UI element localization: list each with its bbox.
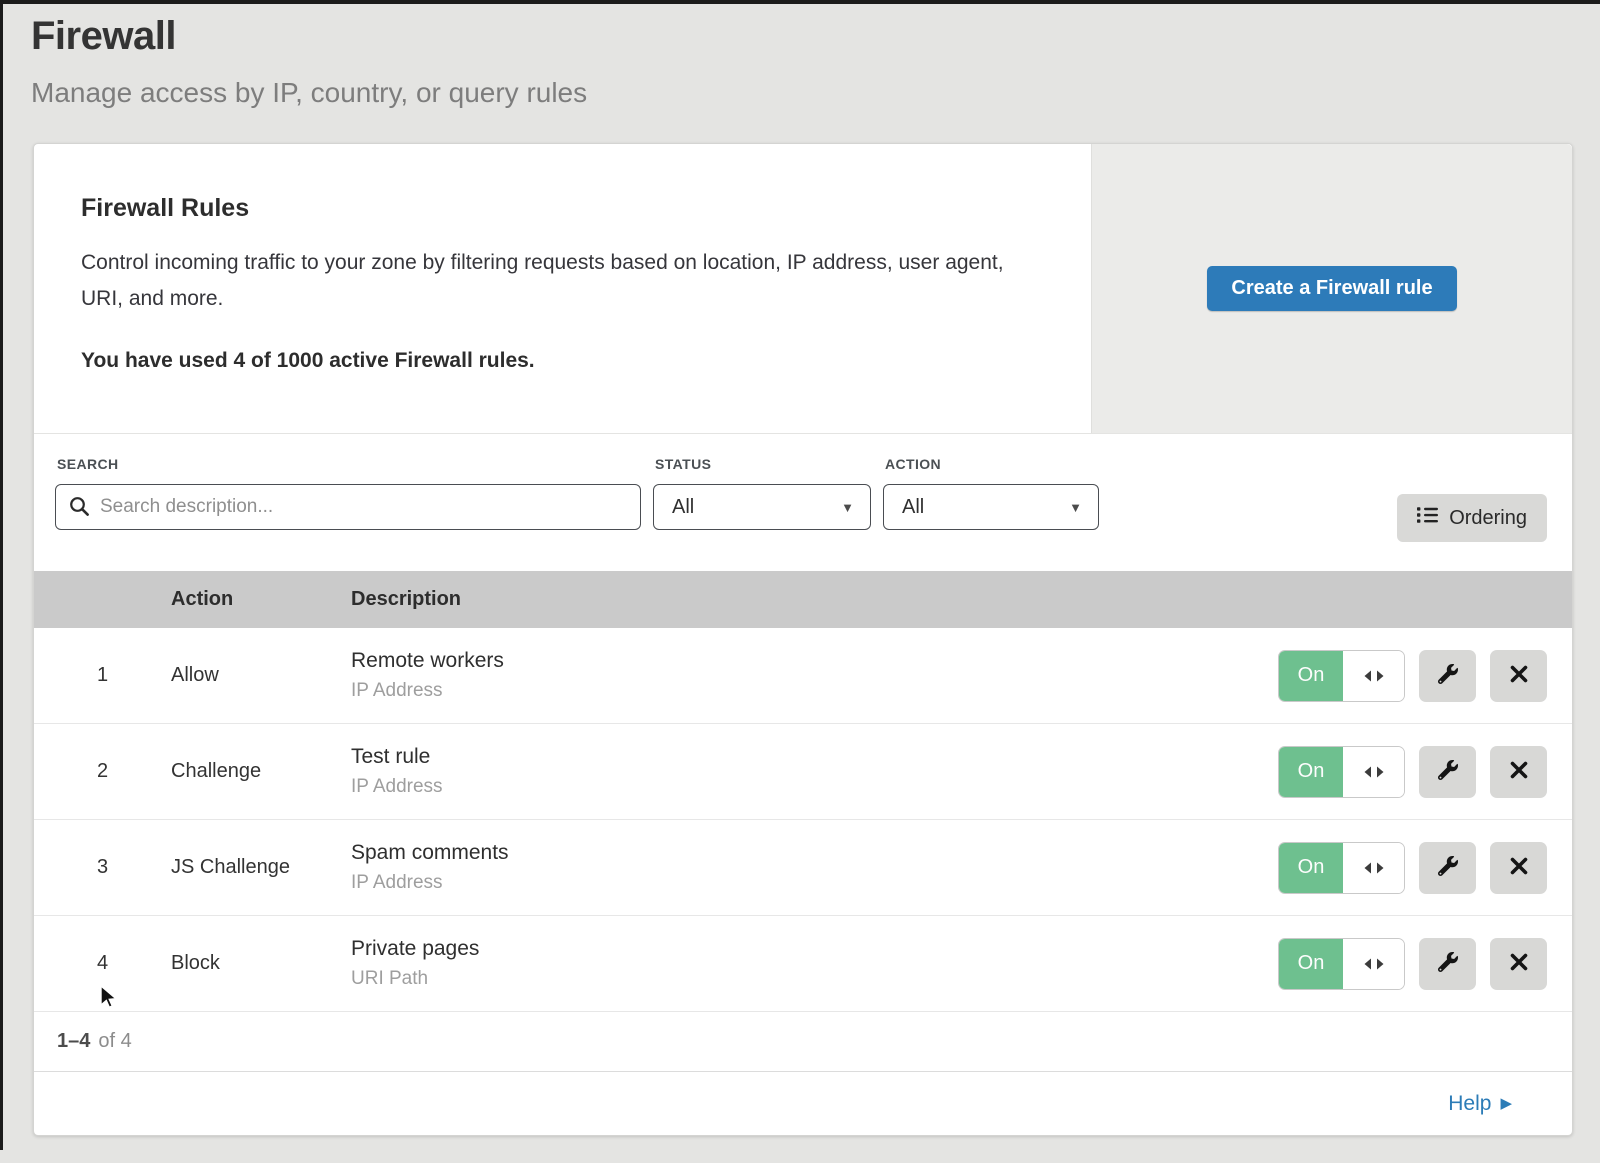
section-description: Control incoming traffic to your zone by… [81,245,1041,317]
window-top-edge [0,0,1600,4]
section-heading: Firewall Rules [81,194,1061,223]
pagination-total: of 4 [98,1030,131,1053]
rule-description: Remote workers [351,649,1278,673]
filters-bar: SEARCH STATUS All ▼ [34,433,1572,571]
edit-rule-button[interactable] [1419,746,1476,798]
ordering-button[interactable]: Ordering [1397,494,1547,542]
rule-description-cell: Test rule IP Address [351,745,1278,798]
rule-action: Allow [171,664,351,687]
edit-rule-button[interactable] [1419,650,1476,702]
toggle-drag-handle-icon[interactable] [1343,651,1404,701]
close-icon [1510,761,1528,782]
create-rule-panel: Create a Firewall rule [1091,144,1572,433]
description-column-header: Description [351,588,461,611]
overview-text: Firewall Rules Control incoming traffic … [34,144,1091,433]
window-left-edge [0,0,3,1150]
status-label: STATUS [655,456,871,472]
ordering-button-label: Ordering [1449,507,1527,530]
wrench-icon [1438,760,1458,783]
help-link[interactable]: Help ▶ [1448,1092,1512,1116]
status-filter: STATUS All ▼ [653,456,871,530]
toggle-drag-handle-icon[interactable] [1343,939,1404,989]
card-footer: Help ▶ [34,1072,1572,1135]
toggle-on-label: On [1279,939,1343,989]
edit-rule-button[interactable] [1419,938,1476,990]
toggle-on-label: On [1279,747,1343,797]
page-subtitle: Manage access by IP, country, or query r… [31,74,1600,112]
rule-description-cell: Private pages URI Path [351,937,1278,990]
page-header: Firewall Manage access by IP, country, o… [0,0,1600,112]
overview-section: Firewall Rules Control incoming traffic … [34,144,1572,433]
rule-controls: On [1278,746,1572,798]
delete-rule-button[interactable] [1490,938,1547,990]
action-label: ACTION [885,456,1099,472]
action-column-header: Action [171,588,351,611]
usage-summary: You have used 4 of 1000 active Firewall … [81,349,1061,373]
create-firewall-rule-button[interactable]: Create a Firewall rule [1207,266,1456,311]
pagination: 1–4 of 4 [34,1012,1572,1072]
wrench-icon [1438,664,1458,687]
rule-description-cell: Spam comments IP Address [351,841,1278,894]
rule-controls: On [1278,650,1572,702]
rule-enabled-toggle[interactable]: On [1278,746,1405,798]
search-icon [69,496,90,522]
firewall-rules-card: Firewall Rules Control incoming traffic … [33,143,1573,1136]
close-icon [1510,857,1528,878]
rule-priority: 3 [34,856,171,879]
rule-priority: 4 [34,952,171,975]
table-row: 2 Challenge Test rule IP Address On [34,724,1572,820]
delete-rule-button[interactable] [1490,650,1547,702]
page-title: Firewall [31,12,1600,60]
search-filter: SEARCH [55,456,641,530]
rule-description: Test rule [351,745,1278,769]
search-input[interactable] [55,484,641,530]
rule-priority: 2 [34,760,171,783]
arrow-right-icon: ▶ [1500,1096,1512,1111]
rule-enabled-toggle[interactable]: On [1278,650,1405,702]
rule-priority: 1 [34,664,171,687]
table-row: 4 Block Private pages URI Path On [34,916,1572,1012]
delete-rule-button[interactable] [1490,842,1547,894]
rule-match-field: IP Address [351,680,1278,702]
ordered-list-icon [1417,505,1438,531]
toggle-drag-handle-icon[interactable] [1343,843,1404,893]
table-header: Action Description [34,571,1572,628]
status-select[interactable]: All ▼ [653,484,871,530]
table-row: 3 JS Challenge Spam comments IP Address … [34,820,1572,916]
delete-rule-button[interactable] [1490,746,1547,798]
chevron-down-icon: ▼ [1069,500,1082,515]
action-select[interactable]: All ▼ [883,484,1099,530]
rule-enabled-toggle[interactable]: On [1278,938,1405,990]
action-selected-value: All [902,496,924,519]
help-link-label: Help [1448,1092,1491,1116]
rule-action: JS Challenge [171,856,351,879]
edit-rule-button[interactable] [1419,842,1476,894]
rule-match-field: URI Path [351,968,1278,990]
rule-controls: On [1278,938,1572,990]
wrench-icon [1438,952,1458,975]
search-label: SEARCH [57,456,641,472]
rule-match-field: IP Address [351,872,1278,894]
chevron-down-icon: ▼ [841,500,854,515]
pagination-range: 1–4 [57,1030,90,1053]
rule-description: Spam comments [351,841,1278,865]
wrench-icon [1438,856,1458,879]
toggle-on-label: On [1279,651,1343,701]
rule-description-cell: Remote workers IP Address [351,649,1278,702]
toggle-on-label: On [1279,843,1343,893]
action-filter: ACTION All ▼ [883,456,1099,530]
toggle-drag-handle-icon[interactable] [1343,747,1404,797]
status-selected-value: All [672,496,694,519]
rules-list: 1 Allow Remote workers IP Address On [34,628,1572,1012]
table-row: 1 Allow Remote workers IP Address On [34,628,1572,724]
rule-enabled-toggle[interactable]: On [1278,842,1405,894]
rule-action: Block [171,952,351,975]
rule-action: Challenge [171,760,351,783]
close-icon [1510,665,1528,686]
rule-match-field: IP Address [351,776,1278,798]
rule-controls: On [1278,842,1572,894]
close-icon [1510,953,1528,974]
rule-description: Private pages [351,937,1278,961]
firewall-page: Firewall Manage access by IP, country, o… [0,0,1600,1163]
